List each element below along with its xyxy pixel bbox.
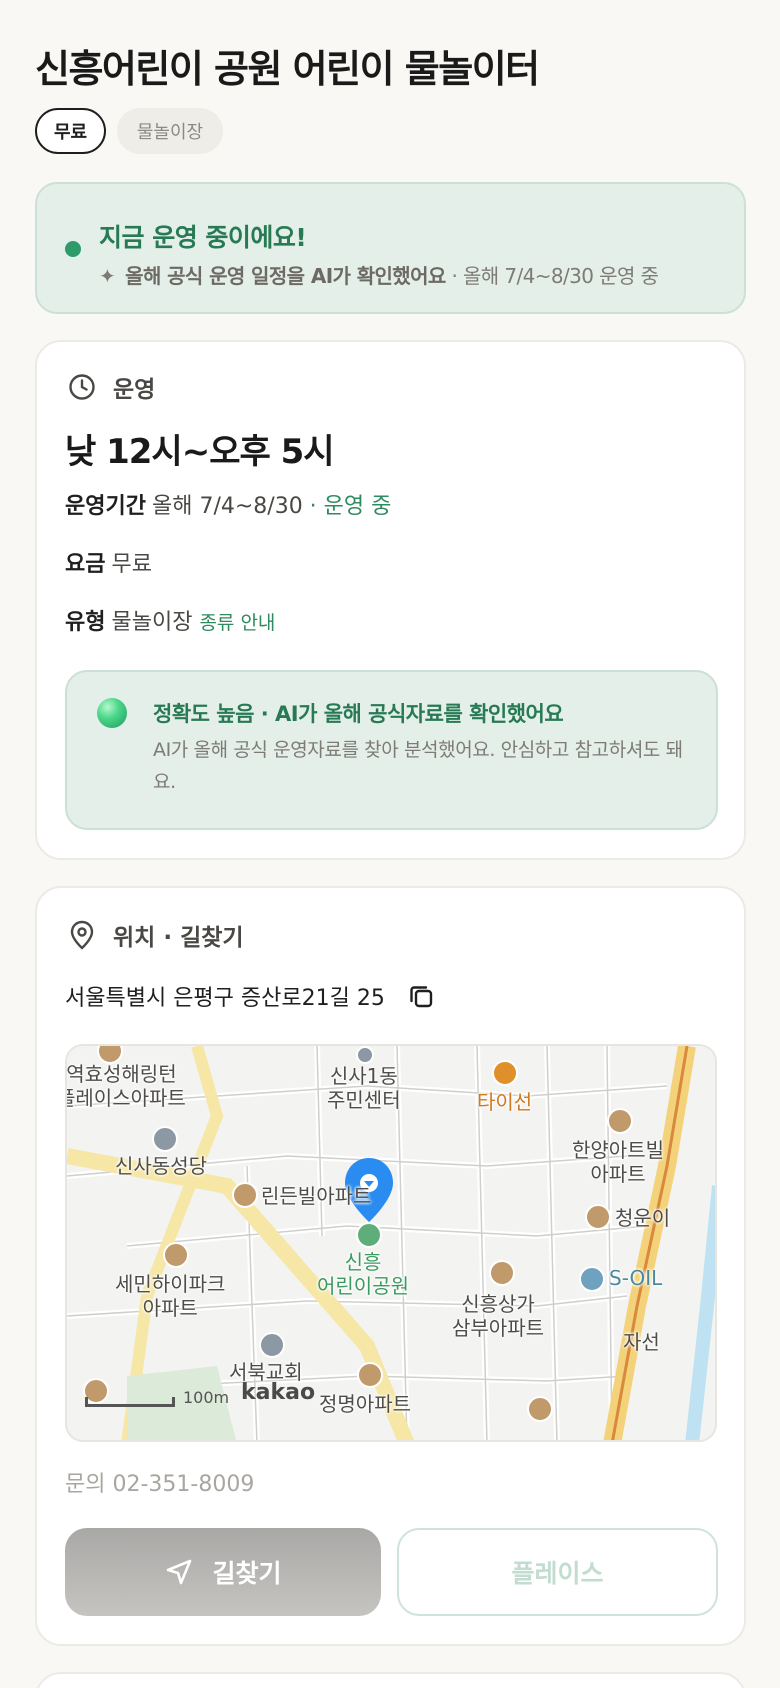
map-label-semin-text: 세민하이파크 아파트 [115,1272,226,1320]
map-label-linden: 린든빌아파트 [261,1184,372,1208]
contact-row: 문의 02-351-8009 [65,1466,254,1498]
type-chip: 물놀이장 [117,108,223,154]
building-icon [357,1362,383,1388]
map-label-soil: S-OIL [609,1266,663,1290]
map-label-community-center-text: 신사1동 주민센터 [327,1064,401,1112]
type-key: 유형 [65,610,106,635]
map-label-cheongun: 청운이 [615,1206,671,1230]
map-label-sinsa-church: 신사동성당 [115,1154,207,1178]
status-sub-bold: 올해 공식 운영 일정을 AI가 확인했어요 [125,264,446,288]
next-card [35,1672,746,1688]
map-label-hyosung: 역효성해링턴 플레이스아파트 [65,1062,186,1110]
period-key: 운영기간 [65,494,146,519]
address-text: 서울특별시 은평구 증산로21길 25 [65,986,385,1011]
operation-label: 운영 [113,377,156,403]
building-icon [232,1182,258,1208]
building-icon [527,1396,553,1422]
restaurant-icon [492,1060,518,1086]
fee-chip: 무료 [35,108,106,154]
accuracy-orb-icon [97,698,127,728]
status-banner: 지금 운영 중이에요! ✦ 올해 공식 운영 일정을 AI가 확인했어요 · 올해… [35,182,746,314]
status-title: 지금 운영 중이에요! [99,223,307,252]
operation-card: 운영 낮 12시~오후 5시 운영기간 올해 7/4~8/30 · 운영 중 요금… [35,340,746,860]
map-label-taisun: 타이선 [477,1090,533,1114]
building-icon [489,1260,515,1286]
fee-row: 요금 무료 [65,546,152,578]
fee-value: 무료 [111,552,152,577]
church-icon [259,1332,285,1358]
period-status: · 운영 중 [302,494,392,519]
map-label-sinheung-sangga: 신흥상가 삼부아파트 [452,1292,544,1340]
status-subtitle: ✦ 올해 공식 운영 일정을 AI가 확인했어요 · 올해 7/4~8/30 운영… [99,260,659,289]
map-label-park: 신흥 어린이공원 [317,1250,409,1298]
place-detail-page: 신흥어린이 공원 어린이 물놀이터 무료 물놀이장 지금 운영 중이에요! ✦ 올… [0,0,780,1688]
page-title: 신흥어린이 공원 어린이 물놀이터 [35,47,540,91]
gas-station-icon [579,1266,605,1292]
period-row: 운영기간 올해 7/4~8/30 · 운영 중 [65,488,391,520]
place-button[interactable]: 플레이스 [397,1528,718,1616]
church-icon [152,1126,178,1152]
accuracy-description: AI가 올해 공식 운영자료를 찾아 분석했어요. 안심하고 참고하셔도 돼요. [153,739,683,793]
location-card: 위치 · 길찾기 서울특별시 은평구 증산로21길 25 역효성해링턴 플레이스… [35,886,746,1646]
map-label-park-text: 신흥 어린이공원 [317,1250,409,1298]
map-view[interactable]: 역효성해링턴 플레이스아파트 신사1동 주민센터 타이선 한양아트빌 아파트 신… [65,1044,717,1442]
clock-icon [67,372,97,402]
location-pin-icon [67,920,97,950]
map-label-hyosung-text: 역효성해링턴 플레이스아파트 [65,1062,186,1110]
operation-header: 운영 [67,370,155,404]
map-label-semin: 세민하이파크 아파트 [115,1272,225,1320]
accuracy-box: 정확도 높음 · AI가 올해 공식자료를 확인했어요 AI가 올해 공식 운영… [65,670,718,830]
contact-label: 문의 [65,1472,106,1497]
scale-bar [85,1397,175,1407]
operating-hours: 낮 12시~오후 5시 [65,432,335,472]
status-sub-rest: · 올해 7/4~8/30 운영 중 [445,264,659,288]
navigation-arrow-icon [164,1557,194,1587]
accuracy-title: 정확도 높음 · AI가 올해 공식자료를 확인했어요 [153,702,564,726]
map-label-hanyang: 한양아트빌 아파트 [572,1138,664,1186]
building-icon [163,1242,189,1268]
park-icon [356,1222,382,1248]
map-label-jaseon: 자선 [623,1330,660,1354]
sparkle-icon: ✦ [99,264,116,288]
map-label-hanyang-text: 한양아트빌 아파트 [572,1138,664,1186]
location-header: 위치 · 길찾기 [67,918,244,952]
type-guide-link[interactable]: 종류 안내 [199,612,275,634]
location-label: 위치 · 길찾기 [113,925,244,951]
building-icon [607,1108,633,1134]
type-value: 물놀이장 [111,610,193,635]
address-row: 서울특별시 은평구 증산로21길 25 [65,980,435,1012]
copy-icon[interactable] [407,982,435,1010]
period-value: 올해 7/4~8/30 [151,494,303,519]
fee-key: 요금 [65,552,106,577]
map-label-community-center: 신사1동 주민센터 [327,1064,401,1112]
map-label-jeongmyeong: 정명아파트 [319,1392,411,1416]
map-label-sinheung-sangga-text: 신흥상가 삼부아파트 [452,1292,544,1340]
directions-button[interactable]: 길찾기 [65,1528,381,1616]
map-brand-logo: kakao [241,1380,316,1405]
building-icon [585,1204,611,1230]
community-center-icon [356,1046,374,1064]
status-dot-icon [65,241,81,257]
contact-phone-link[interactable]: 02-351-8009 [112,1472,254,1497]
scale-text: 100m [183,1388,230,1407]
type-row: 유형 물놀이장 종류 안내 [65,604,275,636]
directions-label: 길찾기 [212,1560,282,1588]
map-scale: 100m [85,1388,229,1407]
